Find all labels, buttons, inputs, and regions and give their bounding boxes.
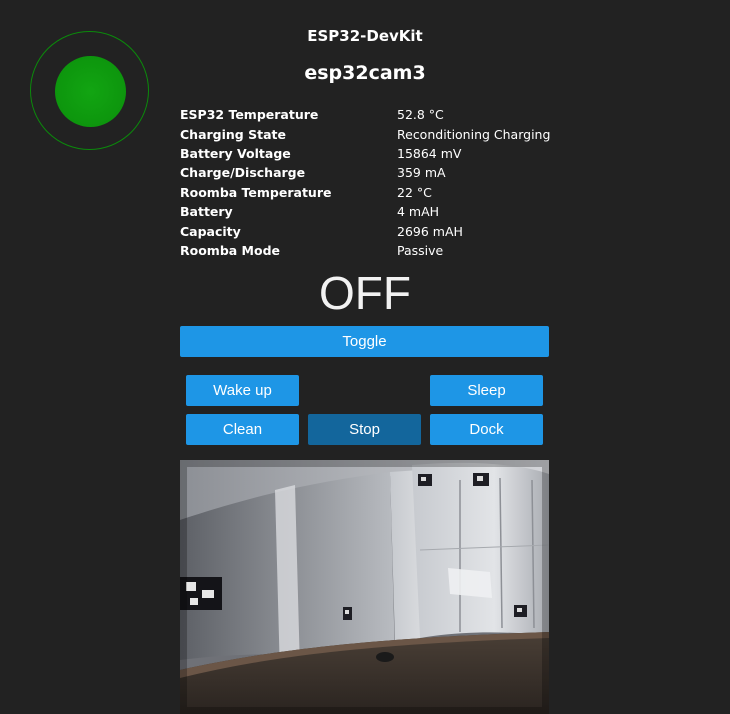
- stat-row: Roomba Temperature 22 °C: [180, 183, 560, 202]
- stat-label: Charging State: [180, 126, 286, 142]
- stat-label: Capacity: [180, 223, 241, 239]
- stat-value: Passive: [397, 242, 444, 258]
- stat-value: Reconditioning Charging: [397, 126, 551, 142]
- toggle-button[interactable]: Toggle: [180, 326, 549, 357]
- stat-value: 52.8 °C: [397, 107, 444, 123]
- connection-status-indicator: [30, 31, 149, 150]
- stat-value: 359 mA: [397, 165, 446, 181]
- stat-label: Roomba Temperature: [180, 184, 332, 200]
- stat-row: Charging State Reconditioning Charging: [180, 124, 560, 143]
- stat-value: 4 mAH: [397, 204, 440, 220]
- device-name: esp32cam3: [304, 62, 426, 84]
- telemetry-table: ESP32 Temperature 52.8 °C Charging State…: [180, 105, 560, 260]
- power-state-display: OFF: [319, 267, 411, 319]
- stat-row: Charge/Discharge 359 mA: [180, 163, 560, 182]
- board-name: ESP32-DevKit: [307, 27, 423, 45]
- stat-row: Battery Voltage 15864 mV: [180, 144, 560, 163]
- stat-row: Capacity 2696 mAH: [180, 221, 560, 240]
- stat-value: 22 °C: [397, 184, 432, 200]
- stat-label: Battery Voltage: [180, 145, 291, 161]
- stat-row: Battery 4 mAH: [180, 202, 560, 221]
- stat-label: Roomba Mode: [180, 242, 281, 258]
- camera-feed: [180, 460, 549, 714]
- stat-label: Charge/Discharge: [180, 165, 306, 181]
- stat-value: 2696 mAH: [397, 223, 463, 239]
- roomba-control-page: ESP32-DevKit esp32cam3 ESP32 Temperature…: [0, 0, 730, 714]
- stop-button[interactable]: Stop: [308, 414, 421, 445]
- stat-value: 15864 mV: [397, 145, 462, 161]
- sleep-button[interactable]: Sleep: [430, 375, 543, 406]
- stat-label: ESP32 Temperature: [180, 107, 319, 123]
- status-light-icon: [55, 56, 126, 127]
- wake-up-button[interactable]: Wake up: [186, 375, 299, 406]
- stat-row: ESP32 Temperature 52.8 °C: [180, 105, 560, 124]
- camera-image: [180, 460, 549, 714]
- clean-button[interactable]: Clean: [186, 414, 299, 445]
- stat-label: Battery: [180, 204, 233, 220]
- stat-row: Roomba Mode Passive: [180, 241, 560, 260]
- dock-button[interactable]: Dock: [430, 414, 543, 445]
